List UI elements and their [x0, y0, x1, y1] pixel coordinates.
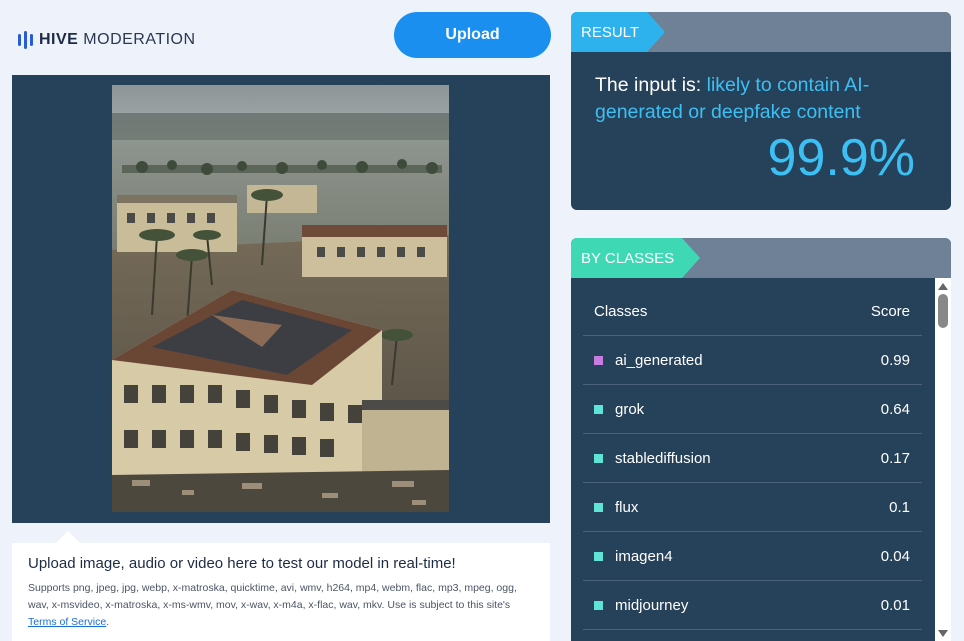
class-name: ai_generated	[615, 351, 703, 369]
class-row-midjourney: midjourney 0.01	[583, 581, 922, 630]
class-color-swatch	[594, 551, 603, 561]
score-column-header: Score	[870, 303, 910, 320]
class-name-cell: ai_generated	[594, 352, 881, 369]
upload-button[interactable]: Upload	[394, 12, 551, 58]
class-row-ai_generated: ai_generated 0.99	[583, 336, 922, 385]
result-header: RESULT	[571, 12, 951, 52]
brand-light: MODERATION	[83, 31, 196, 48]
classes-card: BY CLASSES Classes Score ai_generated 0.9…	[571, 238, 951, 641]
class-name: grok	[615, 400, 645, 418]
hive-moderation-logo[interactable]: HIVE MODERATION	[18, 30, 196, 50]
classes-column-header: Classes	[594, 303, 648, 320]
classes-table-header: Classes Score	[583, 278, 922, 336]
class-score: 0.1	[889, 498, 910, 516]
class-name-cell: imagen4	[594, 548, 881, 565]
class-score: 0.64	[880, 400, 910, 418]
terms-suffix: .	[106, 616, 110, 628]
classes-scrollbar[interactable]	[935, 278, 951, 641]
result-card: RESULT The input is: likely to contain A…	[571, 12, 951, 210]
class-row-grok: grok 0.64	[583, 385, 922, 434]
upload-info-box: Upload image, audio or video here to tes…	[12, 543, 550, 641]
class-score: 0.04	[880, 547, 910, 565]
info-caret	[56, 531, 80, 543]
result-tag: RESULT	[571, 12, 666, 52]
class-name-cell: midjourney	[594, 597, 881, 614]
class-row-imagen4: imagen4 0.04	[583, 532, 922, 581]
brand-bold: HIVE	[39, 31, 79, 48]
supports-text: Supports png, jpeg, jpg, webp, x-matrosk…	[28, 582, 517, 611]
class-score: 0.99	[880, 351, 910, 369]
class-name-cell: stablediffusion	[594, 450, 881, 467]
scroll-down-arrow-icon[interactable]	[938, 630, 948, 637]
class-color-swatch	[594, 355, 603, 365]
scroll-thumb[interactable]	[938, 294, 948, 328]
classes-header: BY CLASSES	[571, 238, 951, 278]
result-prefix: The input is:	[595, 74, 707, 96]
class-name: midjourney	[615, 596, 689, 614]
class-name: flux	[615, 498, 639, 516]
class-row-stablediffusion: stablediffusion 0.17	[583, 434, 922, 483]
class-name-cell: grok	[594, 401, 881, 418]
result-statement: The input is: likely to contain AI-gener…	[595, 72, 929, 126]
brand-name: HIVE MODERATION	[39, 31, 196, 49]
class-name: stablediffusion	[615, 449, 711, 467]
hive-logo-icon	[18, 31, 33, 49]
class-row-flux: flux 0.1	[583, 483, 922, 532]
result-score: 99.9%	[767, 129, 915, 187]
upload-heading: Upload image, audio or video here to tes…	[28, 555, 456, 572]
uploaded-image	[112, 85, 449, 512]
classes-table[interactable]: Classes Score ai_generated 0.99 grok 0.64 st…	[571, 278, 935, 641]
class-name: imagen4	[615, 547, 673, 565]
scroll-up-arrow-icon[interactable]	[938, 283, 948, 290]
terms-of-service-link[interactable]: Terms of Service	[28, 616, 106, 628]
classes-tag: BY CLASSES	[571, 238, 701, 278]
media-preview-panel	[12, 75, 550, 523]
class-color-swatch	[594, 404, 603, 414]
class-color-swatch	[594, 502, 603, 512]
class-name-cell: flux	[594, 499, 889, 516]
class-color-swatch	[594, 453, 603, 463]
class-score: 0.01	[880, 596, 910, 614]
class-score: 0.17	[880, 449, 910, 467]
class-color-swatch	[594, 600, 603, 610]
supported-formats-text: Supports png, jpeg, jpg, webp, x-matrosk…	[28, 580, 534, 631]
